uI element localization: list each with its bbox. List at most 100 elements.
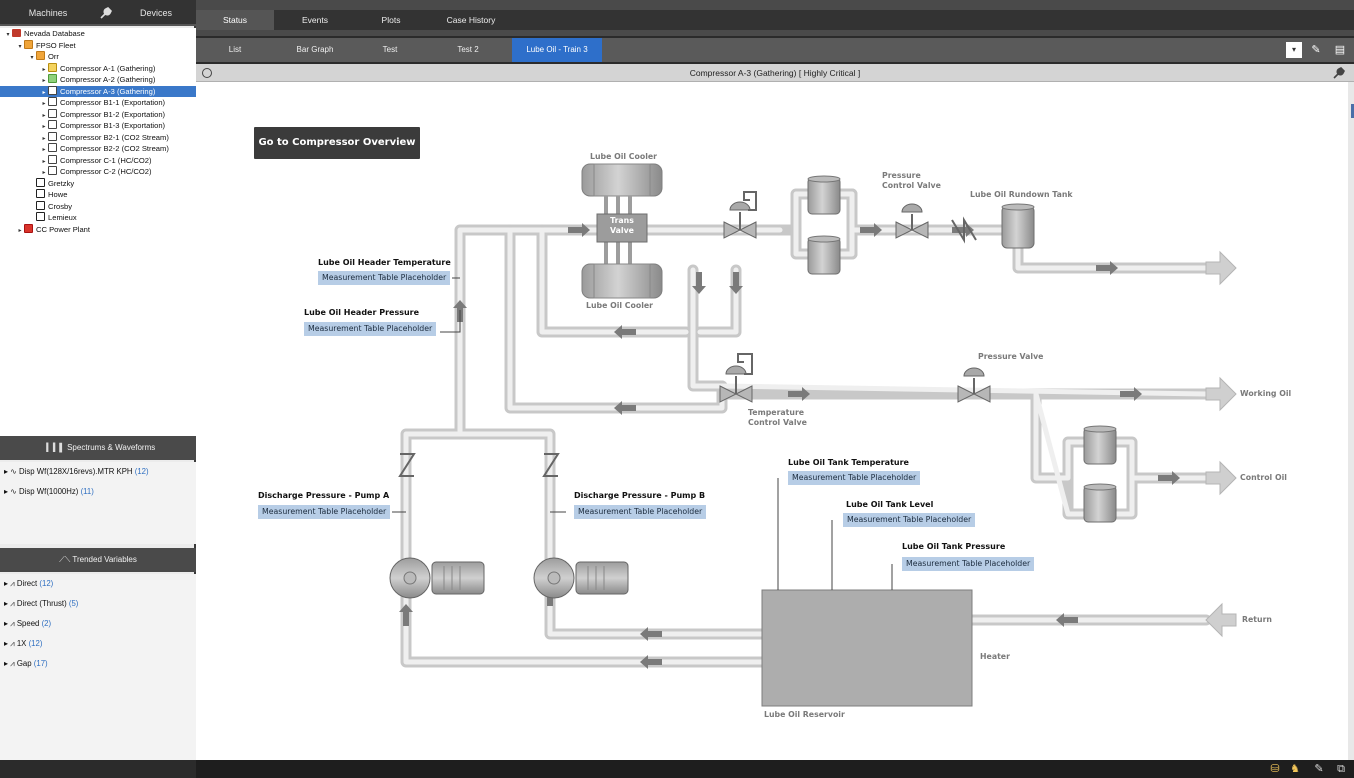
tree-item[interactable]: ▾ Nevada Database (0, 28, 196, 40)
app-window: Machines Devices ▾ Nevada Database ▾ FPSO F… (0, 0, 1354, 778)
tree-item-label: Compressor C-1 (HC/CO2) (60, 155, 152, 165)
machine-icon (48, 108, 57, 118)
list-item-label: Disp Wf(1000Hz) (19, 487, 79, 496)
window-icon[interactable]: ⧉ (1334, 762, 1348, 776)
pressure-control-valve-label: Pressure Control Valve (882, 171, 941, 190)
wrench-icon[interactable] (96, 0, 116, 26)
tree-item[interactable]: Lemieux (0, 212, 196, 224)
subtab-test-2[interactable]: Test 2 (424, 38, 512, 62)
header-pressure-placeholder[interactable]: Measurement Table Placeholder (304, 322, 437, 336)
subtab-test[interactable]: Test (356, 38, 424, 62)
list-item-label: 1X (16, 639, 27, 648)
list-item[interactable]: ▸ ∿ Disp Wf(128X/16revs).MTR KPH (12) (0, 462, 196, 482)
heater-label: Heater (980, 652, 1010, 661)
tree-item-label: Compressor A-1 (Gathering) (60, 63, 156, 73)
list-item-label: Direct (Thrust) (16, 599, 67, 608)
tree-item[interactable]: ▸ CC Power Plant (0, 223, 196, 238)
tree-item[interactable]: ▸ Compressor B1-1 (Exportation) (0, 97, 196, 109)
vertical-scrollbar[interactable] (1348, 82, 1354, 760)
tree-item[interactable]: ▸ Compressor B1-2 (Exportation) (0, 108, 196, 121)
outlet-arrows (1205, 250, 1237, 638)
tree-item[interactable]: ▸ Compressor B1-3 (Exportation) (0, 120, 196, 132)
tree-item[interactable]: ▸ Compressor C-1 (HC/CO2) (0, 154, 196, 167)
rundown-tank[interactable] (1001, 203, 1035, 249)
left-panel: Machines Devices ▾ Nevada Database ▾ FPSO F… (0, 0, 196, 760)
wrench-icon[interactable] (1332, 66, 1346, 80)
tree-item-label: Nevada Database (24, 29, 85, 38)
discharge-pressure-b-placeholder[interactable]: Measurement Table Placeholder (574, 505, 707, 519)
list-item[interactable]: ▸ ⩘ Direct (Thrust) (5) (0, 594, 196, 614)
edit-icon[interactable]: ✎ (1308, 42, 1324, 58)
tree-item-label: Howe (48, 190, 68, 199)
lube-oil-cooler-bottom-label: Lube Oil Cooler (586, 301, 654, 310)
tank-temperature-placeholder[interactable]: Measurement Table Placeholder (788, 471, 921, 485)
subtab-list[interactable]: List (196, 38, 274, 62)
db-icon[interactable]: ⛁ (1268, 762, 1282, 776)
header-temperature-label: Lube Oil Header Temperature (318, 258, 451, 267)
header-temperature-placeholder[interactable]: Measurement Table Placeholder (318, 271, 451, 285)
machine-icon (48, 154, 57, 164)
trend-icon: ⩘ (10, 639, 17, 648)
tree-item-label: Crosby (48, 201, 73, 211)
list-item[interactable]: ▸ ∿ Disp Wf(1000Hz) (11) (0, 482, 196, 502)
list-item-count: (2) (41, 619, 52, 628)
tank-pressure-placeholder[interactable]: Measurement Table Placeholder (902, 557, 1035, 571)
filter-control-top[interactable] (1083, 425, 1117, 465)
pump-a[interactable] (389, 557, 485, 599)
users-icon[interactable]: ♞ (1288, 762, 1302, 776)
tab-machines[interactable]: Machines (0, 0, 96, 26)
go-to-compressor-overview-button[interactable]: Go to Compressor Overview (254, 127, 420, 159)
tank-level-placeholder[interactable]: Measurement Table Placeholder (843, 513, 976, 527)
tree-item[interactable]: ▸ Compressor A-3 (Gathering) (0, 85, 196, 97)
tree-item-label: Lemieux (48, 213, 77, 222)
list-item-label: Speed (16, 619, 40, 628)
tree-item[interactable]: Crosby (0, 200, 196, 213)
filter-top[interactable] (807, 175, 841, 215)
tree-item-label: Compressor A-3 (Gathering) (60, 86, 156, 96)
dropdown-icon[interactable]: ▾ (1286, 42, 1302, 58)
save-icon[interactable]: ▤ (1332, 42, 1348, 58)
trans-valve-label: Trans Valve (610, 216, 634, 235)
list-item[interactable]: ▸ ⩘ Speed (2) (0, 614, 196, 634)
tree-item[interactable]: ▾ Orr (0, 51, 196, 63)
list-item-label: Direct (16, 579, 38, 588)
list-item[interactable]: ▸ ⩘ Gap (17) (0, 654, 196, 674)
discharge-pressure-b-label: Discharge Pressure - Pump B (574, 491, 706, 500)
tab-devices[interactable]: Devices (116, 0, 196, 26)
list-item[interactable]: ▸ ⩘ Direct (12) (0, 574, 196, 594)
tab-plots[interactable]: Plots (356, 10, 426, 30)
list-item[interactable]: ▸ ⩘ 1X (12) (0, 634, 196, 654)
discharge-pressure-a-placeholder[interactable]: Measurement Table Placeholder (258, 505, 391, 519)
tree-item[interactable]: Howe (0, 189, 196, 201)
outlet-arrow-working-oil (1205, 376, 1237, 412)
spectrum-icon: ▕▎▍▌ (40, 443, 65, 452)
machine-icon (48, 120, 57, 129)
pump-b[interactable] (533, 557, 629, 599)
pressure-valve-label: Pressure Valve (978, 352, 1044, 361)
tree-item[interactable]: ▸ Compressor A-2 (Gathering) (0, 74, 196, 86)
trended-header[interactable]: ⟋⟍ Trended Variables (0, 548, 196, 572)
tree-item[interactable]: ▸ Compressor B2-1 (CO2 Stream) (0, 131, 196, 144)
trend-icon: ⩘ (10, 579, 17, 588)
spectrums-header[interactable]: ▕▎▍▌ Spectrums & Waveforms (0, 436, 196, 460)
tree-item[interactable]: ▸ Compressor B2-2 (CO2 Stream) (0, 143, 196, 155)
tree-item[interactable]: ▸ Compressor C-2 (HC/CO2) (0, 166, 196, 178)
filter-control-bottom[interactable] (1083, 483, 1117, 523)
tab-events[interactable]: Events (274, 10, 356, 30)
subtab-lube-oil-train-3[interactable]: Lube Oil - Train 3 (512, 38, 602, 62)
tree-item[interactable]: ▾ FPSO Fleet (0, 39, 196, 52)
filter-bottom[interactable] (807, 235, 841, 275)
tab-case-history[interactable]: Case History (426, 10, 516, 30)
tab-status[interactable]: Status (196, 10, 274, 30)
lube-oil-reservoir[interactable] (761, 589, 973, 707)
list-item-count: (12) (28, 639, 43, 648)
lube-oil-cooler-bottom[interactable] (581, 263, 663, 299)
subtab-bar-graph[interactable]: Bar Graph (274, 38, 356, 62)
expand-toggle-icon[interactable]: ▸ (16, 226, 24, 238)
machine-icon (48, 97, 57, 106)
note-icon[interactable]: ✎ (1312, 762, 1326, 776)
tree-item[interactable]: Gretzky (0, 177, 196, 190)
status-bar: ⛁ ♞ ✎ ⧉ (196, 760, 1354, 778)
tree-item[interactable]: ▸ Compressor A-1 (Gathering) (0, 62, 196, 75)
machine-tree: ▾ Nevada Database ▾ FPSO Fleet ▾ Orr ▸ Compress… (0, 28, 196, 436)
